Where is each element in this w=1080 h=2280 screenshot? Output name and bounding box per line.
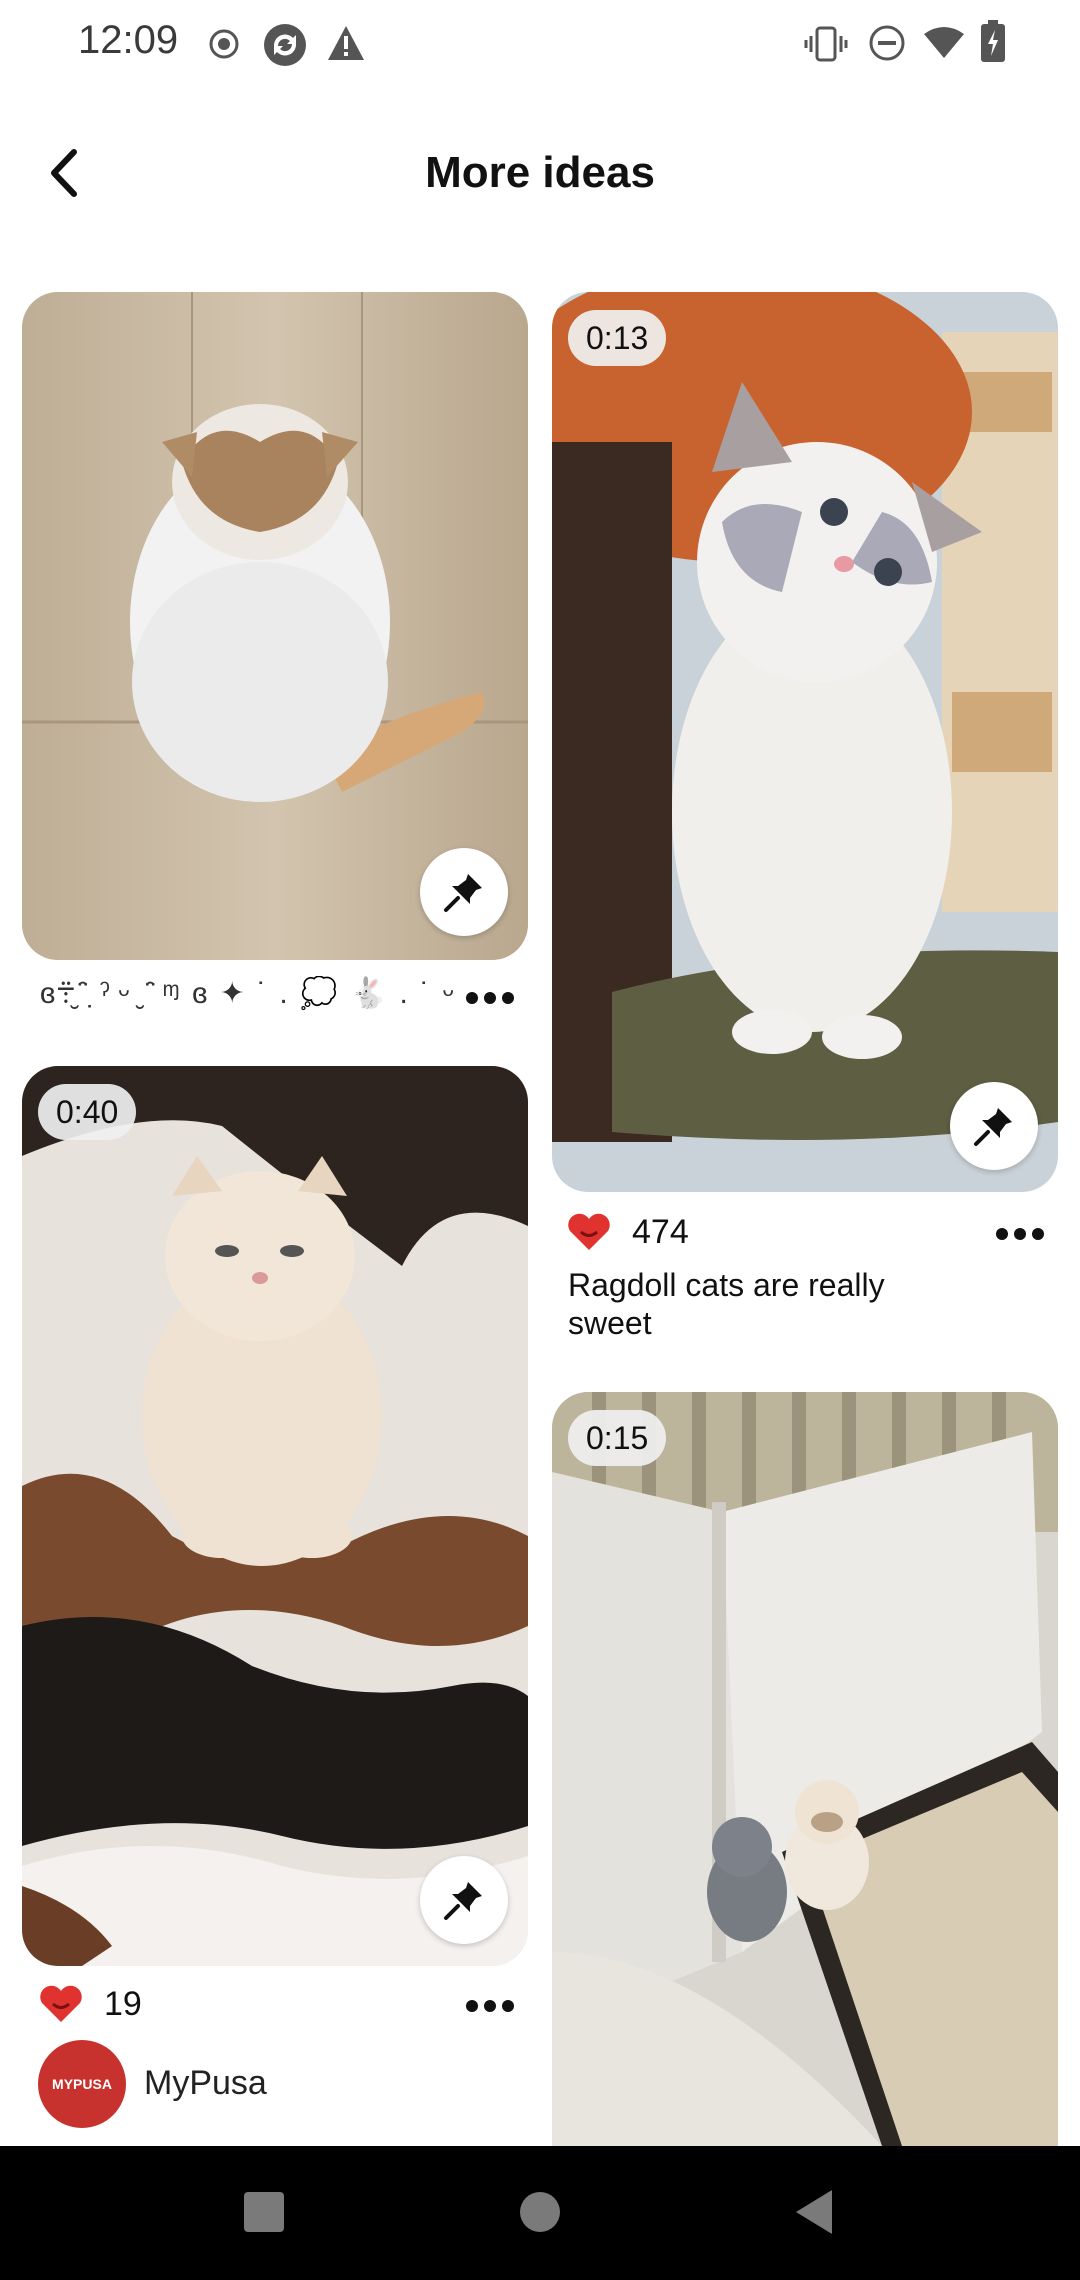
header: More ideas (0, 120, 1080, 230)
dnd-icon (869, 25, 905, 61)
pin-title[interactable]: Ragdoll cats are really sweet (568, 1266, 928, 1342)
status-time: 12:09 (78, 18, 179, 62)
video-duration-badge: 0:40 (38, 1084, 137, 1140)
heart-icon[interactable] (38, 1984, 84, 2024)
sync-icon (264, 24, 306, 66)
back-triangle-icon[interactable] (792, 2188, 836, 2236)
status-bar: 12:09 (0, 0, 1080, 90)
save-pin-button[interactable] (420, 1856, 508, 1944)
recents-square-icon[interactable] (242, 2190, 286, 2234)
more-options-icon[interactable] (460, 978, 520, 1018)
pin-image-persian-kitten[interactable]: 0:40 (22, 1066, 528, 1966)
pushpin-icon (444, 1882, 482, 1920)
heart-icon[interactable] (566, 1212, 612, 1252)
pushpin-icon (974, 1108, 1012, 1146)
pin-stats: 19 (38, 1984, 142, 2024)
pushpin-icon (444, 874, 482, 912)
system-navigation-bar (0, 2146, 1080, 2280)
more-options-icon[interactable] (460, 1986, 520, 2026)
pin-image-ragdoll-cat[interactable]: 0:13 (552, 292, 1058, 1192)
vibrate-icon (804, 26, 848, 62)
video-duration-badge: 0:13 (568, 310, 667, 366)
kitten-photo (22, 1066, 528, 1966)
wifi-icon (924, 27, 964, 58)
pin-description: ɞ܊ ̮ ̑̈ ˀ̣ ᵕ ̮ ̑̈ ᶬ ɞ ✦ ˙ . 💭 🐇 . ˙ ᵕ (40, 977, 456, 1010)
video-duration-badge: 0:15 (568, 1410, 667, 1466)
save-pin-button[interactable] (950, 1082, 1038, 1170)
record-icon (209, 29, 239, 59)
like-count: 474 (632, 1212, 689, 1251)
more-options-icon[interactable] (990, 1214, 1050, 1254)
ragdoll-photo (552, 292, 1058, 1192)
page-title: More ideas (425, 148, 655, 197)
avatar[interactable]: MYPUSA (38, 2040, 126, 2128)
pin-image-cat-from-above[interactable] (22, 292, 528, 960)
home-circle-icon[interactable] (518, 2190, 562, 2234)
warning-icon (328, 26, 364, 60)
kittens-photo (552, 1392, 1058, 2146)
like-count: 19 (104, 1984, 142, 2023)
save-pin-button[interactable] (420, 848, 508, 936)
battery-icon (981, 20, 1005, 62)
author-name[interactable]: MyPusa (144, 2064, 267, 2103)
pin-stats: 474 (566, 1212, 689, 1252)
pin-image-kittens-litter[interactable]: 0:15 (552, 1392, 1058, 2146)
